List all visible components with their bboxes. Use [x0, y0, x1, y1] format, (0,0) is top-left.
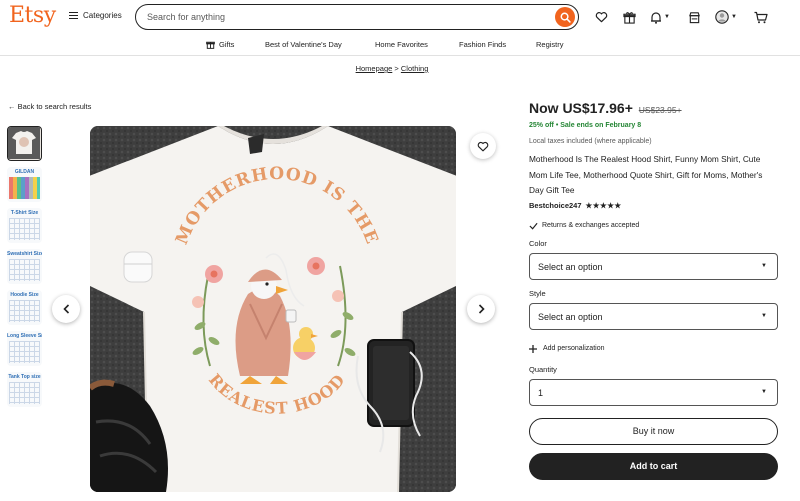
shop-manager-button[interactable] — [688, 10, 701, 24]
size-grid — [9, 382, 40, 404]
search-icon — [560, 12, 571, 23]
shop-icon — [689, 11, 700, 23]
gift-icon — [206, 41, 215, 49]
avatar-icon — [715, 10, 729, 24]
style-select[interactable]: Select an option ▼ — [529, 302, 778, 330]
price: Now US$17.96+ US$23.95+ — [529, 100, 779, 116]
add-personalization-label: Add personalization — [543, 345, 605, 352]
returns-label: Returns & exchanges accepted — [542, 222, 640, 229]
chevron-down-icon: ▼ — [731, 14, 737, 20]
previous-image-button[interactable] — [52, 295, 80, 323]
product-details: Now US$17.96+ US$23.95+ 25% off • Sale e… — [529, 100, 779, 480]
breadcrumb-separator: > — [394, 64, 399, 73]
product-image[interactable]: MOTHERHOOD IS THE REALEST HOOD — [90, 126, 456, 492]
seller-name-link[interactable]: Bestchoice247 — [529, 201, 582, 210]
color-swatches — [9, 177, 40, 199]
thumbnail-label: Tank Top size — [8, 374, 41, 380]
current-price: Now US$17.96+ — [529, 100, 633, 116]
thumbnail-size-chart[interactable]: T-Shirt Size — [7, 208, 42, 243]
thumbnail-photo[interactable] — [7, 126, 42, 161]
style-select-value: Select an option — [538, 311, 603, 322]
search-button[interactable] — [555, 7, 575, 27]
favorites-button[interactable] — [595, 10, 608, 24]
original-price: US$23.95+ — [638, 105, 682, 115]
chevron-right-icon — [478, 304, 485, 314]
checkmark-icon — [529, 222, 538, 230]
star-rating[interactable]: ★★★★★ — [586, 201, 622, 210]
thumbnail-size-chart[interactable]: Sweatshirt Size — [7, 249, 42, 284]
style-label: Style — [529, 288, 546, 298]
account-button[interactable]: ▼ — [715, 10, 737, 24]
size-grid — [9, 300, 40, 322]
notifications-button[interactable]: ▼ — [650, 10, 670, 24]
nav-item-fashion-finds[interactable]: Fashion Finds — [459, 40, 506, 49]
returns-policy: Returns & exchanges accepted — [529, 222, 779, 230]
nav-item-gifts[interactable]: Gifts — [206, 40, 234, 49]
thumbnail-color-chart[interactable]: GILDAN — [7, 167, 42, 202]
thumbnail-label: T-Shirt Size — [10, 210, 39, 216]
breadcrumb: Homepage > Clothing — [0, 64, 784, 73]
back-to-results-link[interactable]: ← Back to search results — [8, 102, 91, 111]
thumbnail-list: GILDAN T-Shirt Size Sweatshirt Size Hood… — [7, 126, 43, 413]
chevron-down-icon: ▼ — [761, 262, 767, 269]
thumbnail-size-chart[interactable]: Tank Top size — [7, 372, 42, 407]
shirt-photo: MOTHERHOOD IS THE REALEST HOOD — [90, 126, 456, 492]
gift-icon — [623, 11, 636, 24]
category-nav: Gifts Best of Valentine's Day Home Favor… — [0, 35, 800, 56]
size-grid — [9, 259, 40, 281]
search-input[interactable]: Search for anything — [135, 4, 579, 30]
plus-icon — [529, 344, 537, 353]
categories-label: Categories — [83, 11, 122, 20]
sale-info: 25% off • Sale ends on February 8 — [529, 122, 642, 129]
shirt-thumbnail-image — [8, 127, 40, 159]
seller-info: Bestchoice247 ★★★★★ — [529, 201, 779, 210]
quantity-label: Quantity — [529, 364, 557, 374]
thumbnail-size-chart[interactable]: Long Sleeve Size — [7, 331, 42, 366]
color-select-value: Select an option — [538, 261, 603, 272]
product-title: Motherhood Is The Realest Hood Shirt, Fu… — [529, 154, 763, 195]
search-placeholder: Search for anything — [147, 12, 226, 22]
size-grid — [9, 218, 40, 240]
thumbnail-label: Sweatshirt Size — [7, 251, 42, 257]
thumbnail-size-chart[interactable]: Hoodie Size — [7, 290, 42, 325]
menu-icon — [69, 12, 78, 19]
thumbnail-label: Hoodie Size — [10, 292, 39, 298]
buy-now-button[interactable]: Buy it now — [529, 417, 778, 445]
next-image-button[interactable] — [467, 295, 495, 323]
breadcrumb-clothing-link[interactable]: Clothing — [401, 64, 429, 73]
nav-item-registry[interactable]: Registry — [536, 40, 564, 49]
bell-icon — [651, 11, 661, 24]
heart-icon — [595, 12, 608, 23]
quantity-value: 1 — [538, 387, 544, 398]
back-label: Back to search results — [17, 102, 92, 111]
add-personalization-button[interactable]: Add personalization — [529, 344, 779, 353]
cart-icon — [754, 11, 768, 23]
color-label: Color — [529, 238, 547, 248]
chevron-down-icon: ▼ — [761, 388, 767, 395]
breadcrumb-home-link[interactable]: Homepage — [356, 64, 393, 73]
arrow-left-icon: ← — [8, 102, 16, 111]
tax-note: Local taxes included (where applicable) — [529, 138, 652, 145]
nav-item-home-favorites[interactable]: Home Favorites — [375, 40, 428, 49]
gift-button[interactable] — [623, 10, 636, 24]
thumbnail-label: GILDAN — [14, 169, 35, 175]
categories-button[interactable]: Categories — [69, 11, 122, 20]
size-grid — [9, 341, 40, 363]
nav-item-label: Gifts — [219, 40, 235, 49]
chevron-left-icon — [62, 304, 69, 314]
add-to-cart-button[interactable]: Add to cart — [529, 452, 778, 480]
chevron-down-icon: ▼ — [664, 14, 670, 20]
etsy-logo[interactable]: Etsy — [9, 3, 56, 28]
site-header: Etsy Categories Search for anything ▼ ▼ — [0, 0, 800, 35]
color-select[interactable]: Select an option ▼ — [529, 252, 778, 280]
cart-button[interactable] — [754, 10, 768, 24]
thumbnail-label: Long Sleeve Size — [7, 333, 42, 339]
quantity-select[interactable]: 1 ▼ — [529, 378, 778, 406]
favorite-item-button[interactable] — [470, 133, 496, 159]
chevron-down-icon: ▼ — [761, 312, 767, 319]
nav-item-valentines[interactable]: Best of Valentine's Day — [265, 40, 342, 49]
heart-icon — [477, 141, 489, 151]
